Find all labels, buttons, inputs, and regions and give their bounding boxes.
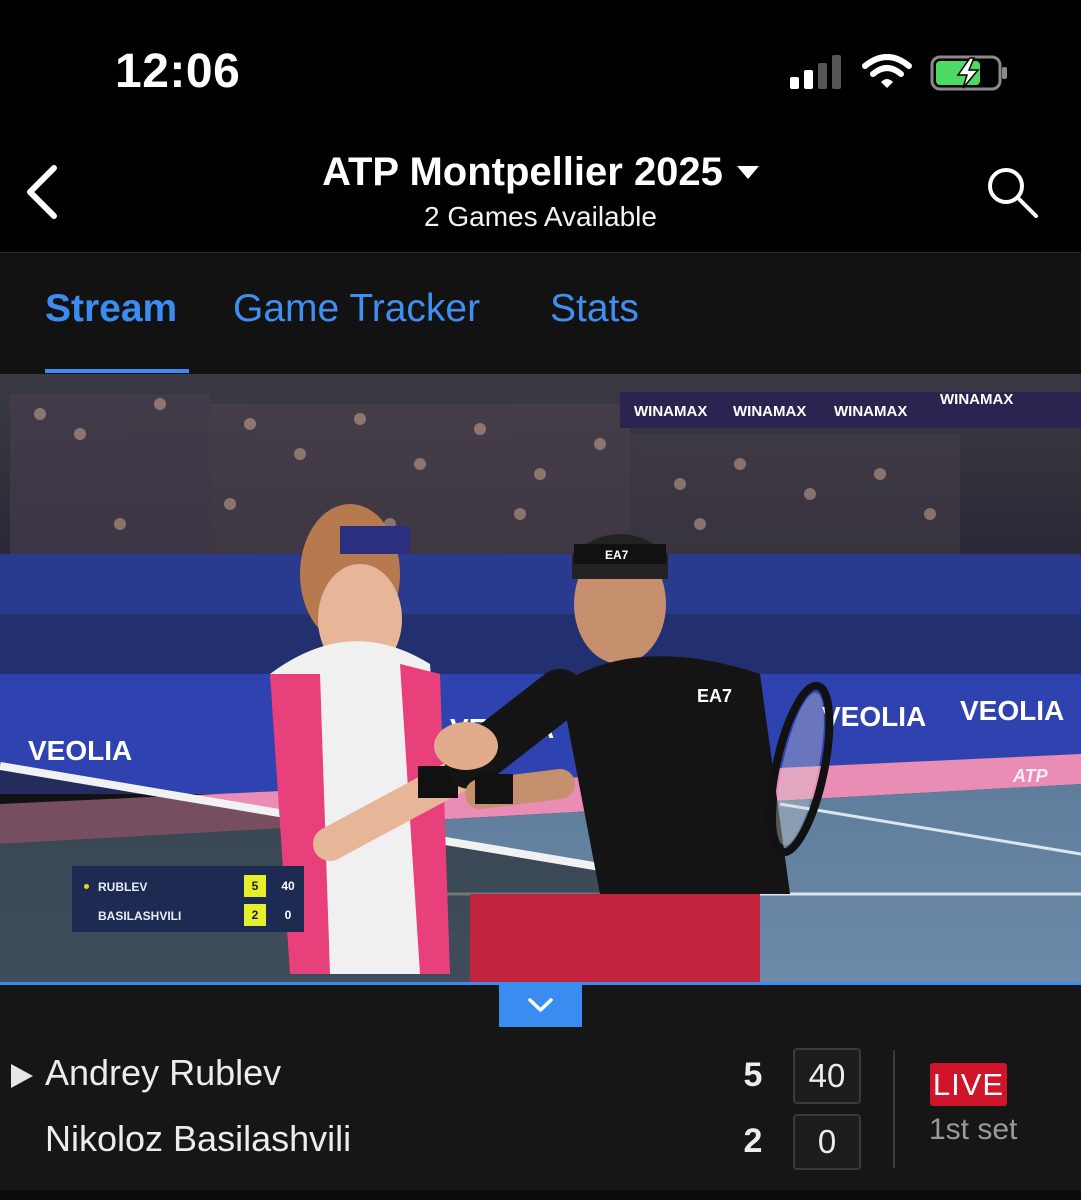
status-bar: 12:06: [0, 0, 1081, 140]
games-score-away: 2: [743, 1122, 763, 1160]
chevron-down-icon: [528, 998, 553, 1012]
headband-logo: EA7: [605, 548, 629, 562]
broadcast-player-name: BASILASHVILI: [98, 909, 182, 923]
page-title: ATP Montpellier 2025: [322, 150, 723, 194]
app-screen: 12:06 ATP Montpellier 2025 2 Games Avail…: [0, 0, 1081, 1200]
active-tab-indicator: [45, 369, 189, 373]
battery-charging-icon: [930, 55, 1007, 91]
score-divider: [893, 1050, 895, 1168]
games-available-label: 2 Games Available: [424, 201, 657, 232]
status-time: 12:06: [115, 45, 241, 98]
navigation-header: ATP Montpellier 2025 2 Games Available: [0, 140, 1081, 253]
broadcast-player-name: RUBLEV: [98, 880, 148, 894]
sponsor-banner-winamax: WINAMAX: [940, 391, 1013, 408]
serve-dot-icon: [84, 884, 89, 889]
broadcast-points: 40: [281, 879, 295, 893]
sponsor-banner-veolia: VEOLIA: [960, 695, 1064, 726]
broadcast-games: 2: [244, 904, 266, 926]
tab-stats[interactable]: Stats: [550, 287, 639, 331]
broadcast-score-row: BASILASHVILI 2 0: [72, 901, 304, 929]
sponsor-banner-winamax: WINAMAX: [834, 403, 907, 420]
atp-watermark: ATP: [1013, 766, 1048, 786]
broadcast-games: 5: [244, 875, 266, 897]
search-icon[interactable]: [984, 164, 1042, 222]
tab-bar: Stream Game Tracker Stats: [0, 253, 1081, 374]
sponsor-banner-winamax: WINAMAX: [634, 403, 707, 420]
play-triangle-icon: [11, 1064, 33, 1088]
games-score-home: 5: [743, 1056, 763, 1094]
broadcast-score-row: RUBLEV 5 40: [72, 872, 304, 900]
caret-down-icon: [736, 165, 759, 179]
live-badge: LIVE: [930, 1063, 1007, 1106]
player-name-away: Nikoloz Basilashvili: [45, 1118, 352, 1159]
tournament-selector[interactable]: ATP Montpellier 2025: [322, 150, 759, 195]
player-name-home: Andrey Rublev: [45, 1052, 282, 1093]
shirt-logo: EA7: [697, 686, 732, 706]
sponsor-banner-veolia: VEOLIA: [28, 735, 132, 766]
wifi-icon: [862, 54, 912, 88]
bottom-edge: [0, 1190, 1081, 1200]
tab-game-tracker[interactable]: Game Tracker: [233, 287, 480, 331]
sponsor-banner-veolia: VEOLIA: [822, 701, 926, 732]
title-group: ATP Montpellier 2025 2 Games Available: [0, 150, 1081, 233]
current-set-label: 1st set: [929, 1113, 1018, 1146]
tab-stream[interactable]: Stream: [45, 287, 177, 331]
broadcast-scoreboard: RUBLEV 5 40 BASILASHVILI 2 0: [72, 866, 304, 932]
sponsor-banner-winamax: WINAMAX: [733, 403, 806, 420]
points-score-away: 0: [793, 1114, 861, 1170]
points-score-home: 40: [793, 1048, 861, 1104]
broadcast-points: 0: [284, 908, 292, 922]
collapse-video-button[interactable]: [499, 985, 582, 1027]
cellular-signal-icon: [790, 55, 841, 89]
